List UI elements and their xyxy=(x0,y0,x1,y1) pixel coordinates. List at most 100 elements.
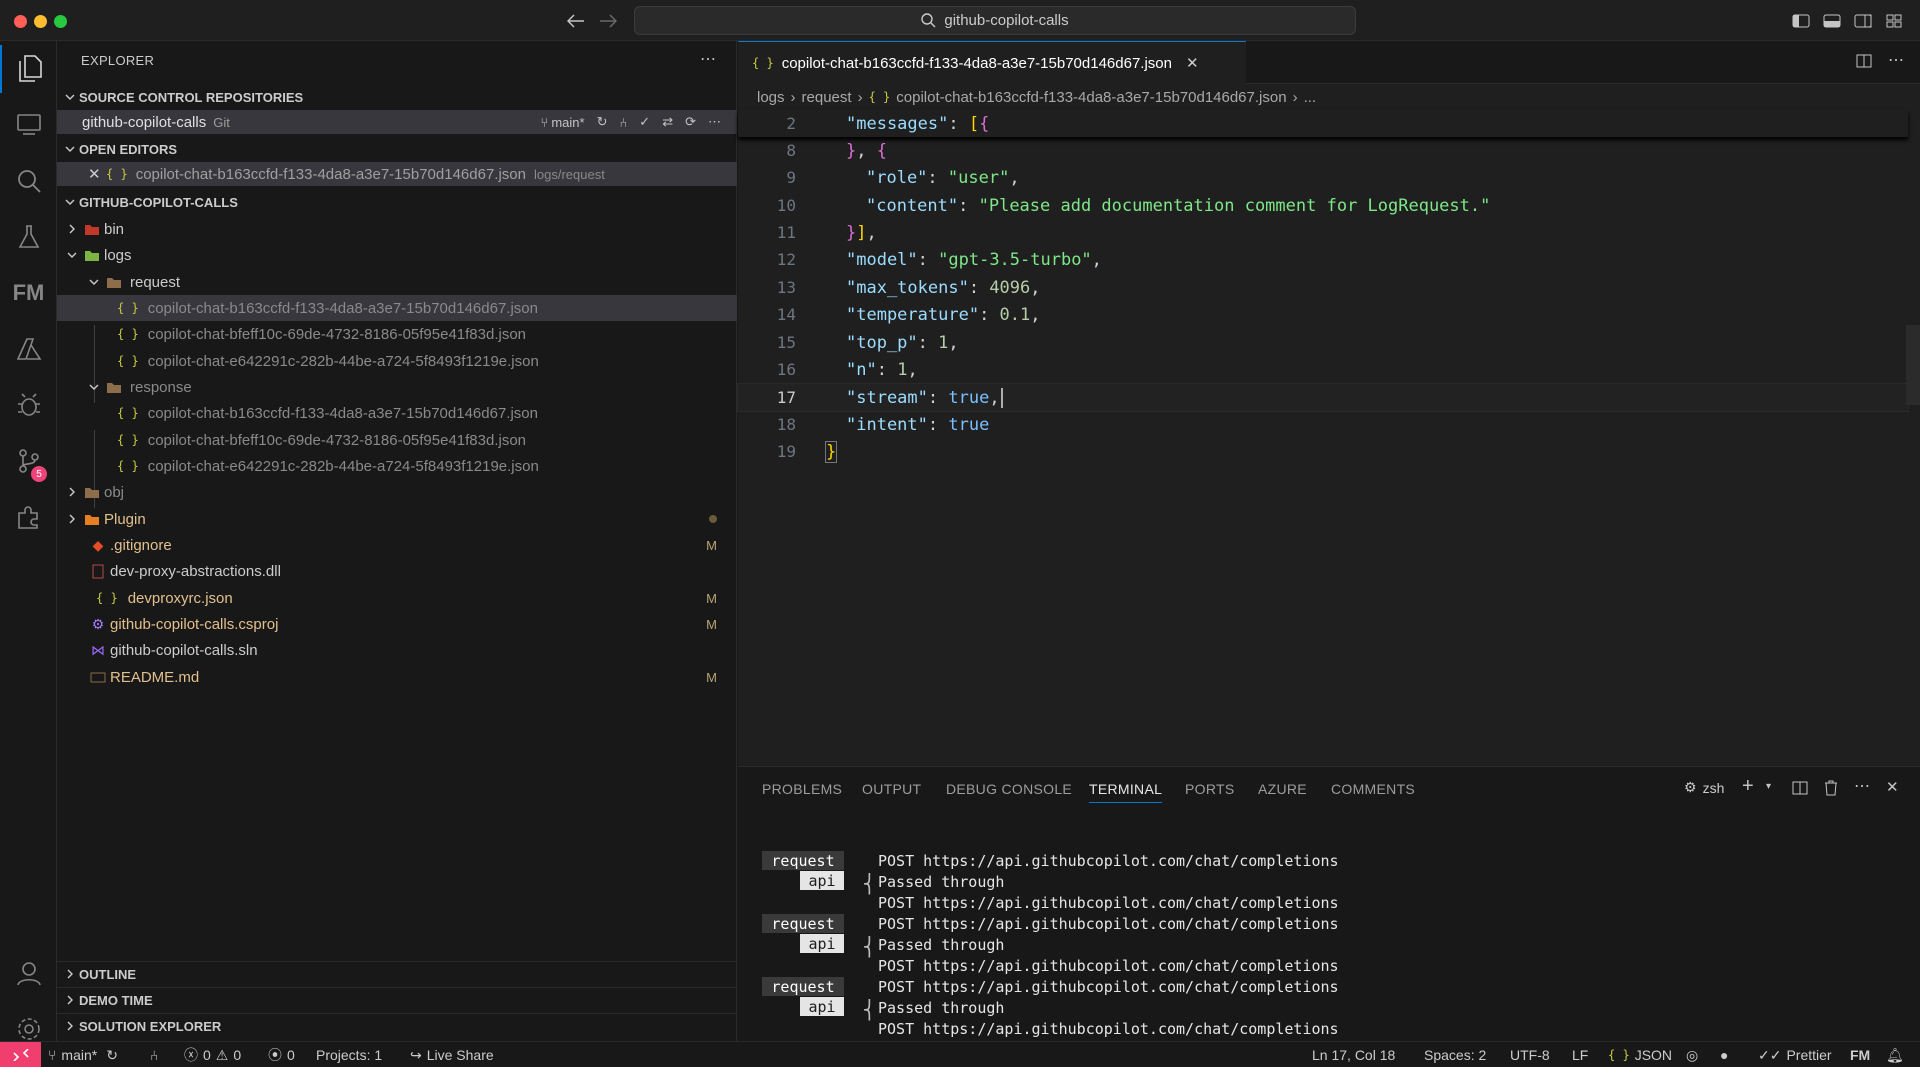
explorer-icon[interactable] xyxy=(0,45,57,93)
tree-folder-obj[interactable]: obj xyxy=(57,479,737,505)
tree-folder-bin[interactable]: bin xyxy=(57,216,737,242)
trash-icon[interactable] xyxy=(1824,780,1838,796)
toggle-panel-icon[interactable] xyxy=(1822,11,1842,31)
new-terminal-plus-icon[interactable]: + xyxy=(1742,775,1754,798)
tab-output[interactable]: OUTPUT xyxy=(862,781,921,797)
forward-arrow-icon[interactable] xyxy=(598,11,618,31)
outline-section-header[interactable]: OUTLINE xyxy=(57,963,737,985)
extensions-icon[interactable] xyxy=(0,493,57,541)
tree-folder-response[interactable]: response xyxy=(57,374,737,400)
status-language[interactable]: { } JSON xyxy=(1608,1042,1672,1067)
tree-file-res1[interactable]: { } copilot-chat-b163ccfd-f133-4da8-a3e7… xyxy=(57,400,737,426)
scm-section-header[interactable]: SOURCE CONTROL REPOSITORIES xyxy=(57,86,737,108)
tree-file-req3[interactable]: { } copilot-chat-e642291c-282b-44be-a724… xyxy=(57,348,737,374)
tree-file-dll[interactable]: dev-proxy-abstractions.dll xyxy=(57,558,737,584)
tab-azure[interactable]: AZURE xyxy=(1258,781,1307,797)
chevron-down-icon[interactable]: ▾ xyxy=(1766,781,1771,792)
status-live-share[interactable]: ↪ Live Share xyxy=(410,1042,494,1067)
split-terminal-icon[interactable] xyxy=(1792,781,1808,795)
minimize-window-button[interactable] xyxy=(34,15,47,28)
solution-explorer-section-header[interactable]: SOLUTION EXPLORER xyxy=(57,1015,737,1037)
dll-file-icon xyxy=(86,564,110,579)
status-encoding[interactable]: UTF-8 xyxy=(1510,1042,1550,1067)
status-projects[interactable]: Projects: 1 xyxy=(316,1042,382,1067)
accounts-icon[interactable] xyxy=(0,949,57,997)
status-notification-settings-icon[interactable]: ● xyxy=(1720,1042,1728,1067)
command-center-search[interactable]: github-copilot-calls xyxy=(634,6,1356,35)
remote-indicator-icon[interactable] xyxy=(0,1042,41,1067)
front-matter-icon[interactable]: FM xyxy=(0,269,57,317)
status-front-matter-icon[interactable]: FM xyxy=(1850,1042,1870,1067)
remote-explorer-icon[interactable] xyxy=(0,101,57,149)
tree-file-res2[interactable]: { } copilot-chat-bfeff10c-69de-4732-8186… xyxy=(57,427,737,453)
tree-file-gitignore[interactable]: ◆ .gitignore M xyxy=(57,532,737,558)
status-prettier[interactable]: ✓✓ Prettier xyxy=(1758,1042,1832,1067)
status-ports[interactable]: ⦿ 0 xyxy=(268,1042,295,1067)
close-panel-icon[interactable]: ✕ xyxy=(1886,778,1899,796)
status-copilot-icon[interactable]: ◎ xyxy=(1686,1042,1698,1067)
split-editor-icon[interactable] xyxy=(1856,54,1872,68)
close-tab-icon[interactable]: ✕ xyxy=(1186,54,1199,72)
breadcrumb-item[interactable]: copilot-chat-b163ccfd-f133-4da8-a3e7-15b… xyxy=(896,89,1286,106)
status-warnings: 0 xyxy=(233,1047,242,1063)
breadcrumb-item[interactable]: ... xyxy=(1304,89,1317,106)
back-arrow-icon[interactable] xyxy=(566,11,586,31)
tab-ports[interactable]: PORTS xyxy=(1185,781,1234,797)
tree-file-readme[interactable]: README.md M xyxy=(57,664,737,690)
tree-folder-request[interactable]: request xyxy=(57,269,737,295)
status-graph-icon[interactable]: ⑃ xyxy=(150,1042,158,1067)
refresh-icon[interactable]: ⟳ xyxy=(685,114,696,130)
status-problems[interactable]: ⓧ 0 ⚠ 0 xyxy=(184,1042,241,1067)
tree-file-csproj[interactable]: ⚙ github-copilot-calls.csproj M xyxy=(57,611,737,637)
status-eol[interactable]: LF xyxy=(1572,1042,1588,1067)
chevron-down-icon xyxy=(86,279,102,286)
command-center-label: github-copilot-calls xyxy=(944,12,1069,29)
tree-file-req1[interactable]: { } copilot-chat-b163ccfd-f133-4da8-a3e7… xyxy=(57,295,737,321)
demo-time-section-header[interactable]: DEMO TIME xyxy=(57,989,737,1011)
graph-icon[interactable]: ⑃ xyxy=(619,115,627,130)
bell-icon[interactable]: 🔔︎ xyxy=(1886,1042,1904,1067)
open-editors-header[interactable]: OPEN EDITORS xyxy=(57,138,737,160)
testing-flask-icon[interactable] xyxy=(0,213,57,261)
repo-branch[interactable]: ⑂ main* xyxy=(541,115,585,130)
toggle-secondary-sidebar-icon[interactable] xyxy=(1853,11,1873,31)
repo-more-icon[interactable]: ⋯ xyxy=(708,114,721,130)
commit-check-icon[interactable]: ✓ xyxy=(639,114,650,130)
editor-scrollbar[interactable] xyxy=(1906,325,1920,405)
repo-row[interactable]: github-copilot-calls Git ⑂ main* ↻ ⑃ ✓ ⇄ … xyxy=(57,110,737,134)
breadcrumb-item[interactable]: logs xyxy=(757,89,785,106)
tab-comments[interactable]: COMMENTS xyxy=(1331,781,1415,797)
tree-file-devproxyrc[interactable]: { } devproxyrc.json M xyxy=(57,585,737,611)
zoom-window-button[interactable] xyxy=(54,15,67,28)
sync-icon[interactable]: ↻ xyxy=(597,114,608,130)
tab-problems[interactable]: PROBLEMS xyxy=(762,781,842,797)
status-branch[interactable]: ⑂ main* ↻ xyxy=(48,1042,118,1067)
editor-more-icon[interactable]: ⋯ xyxy=(1888,50,1904,70)
azure-icon[interactable] xyxy=(0,325,57,373)
terminal-shell-selector[interactable]: ⚙ zsh xyxy=(1684,779,1724,796)
tree-file-res3[interactable]: { } copilot-chat-e642291c-282b-44be-a724… xyxy=(57,453,737,479)
tab-debug-console[interactable]: DEBUG CONSOLE xyxy=(946,781,1072,797)
tree-file-req2[interactable]: { } copilot-chat-bfeff10c-69de-4732-8186… xyxy=(57,321,737,347)
breadcrumb-item[interactable]: request xyxy=(802,89,852,106)
tab-terminal[interactable]: TERMINAL xyxy=(1089,781,1163,803)
search-icon[interactable] xyxy=(0,157,57,205)
toggle-primary-sidebar-icon[interactable] xyxy=(1791,11,1811,31)
open-editor-item[interactable]: ✕ { } copilot-chat-b163ccfd-f133-4da8-a3… xyxy=(57,162,737,186)
editor-tab-active[interactable]: { } copilot-chat-b163ccfd-f133-4da8-a3e7… xyxy=(738,41,1246,84)
panel-more-icon[interactable]: ⋯ xyxy=(1854,776,1870,796)
source-control-icon[interactable]: 5 xyxy=(0,437,57,485)
tree-folder-logs[interactable]: logs xyxy=(57,242,737,268)
pull-request-icon[interactable]: ⇄ xyxy=(662,114,673,130)
more-actions-icon[interactable]: ⋯ xyxy=(700,49,716,69)
tree-file-sln[interactable]: ⋈ github-copilot-calls.sln xyxy=(57,637,737,663)
customize-layout-icon[interactable] xyxy=(1884,11,1904,31)
code-editor[interactable]: 2 "messages": [{ 8 }, { 9 "role": "user"… xyxy=(737,110,1920,766)
folder-section-header[interactable]: GITHUB-COPILOT-CALLS xyxy=(57,191,737,213)
close-window-button[interactable] xyxy=(14,15,27,28)
status-cursor-position[interactable]: Ln 17, Col 18 xyxy=(1312,1042,1395,1067)
tree-folder-plugin[interactable]: Plugin xyxy=(57,506,737,532)
status-indentation[interactable]: Spaces: 2 xyxy=(1424,1042,1486,1067)
run-and-debug-icon[interactable] xyxy=(0,381,57,429)
close-icon[interactable]: ✕ xyxy=(88,165,102,183)
